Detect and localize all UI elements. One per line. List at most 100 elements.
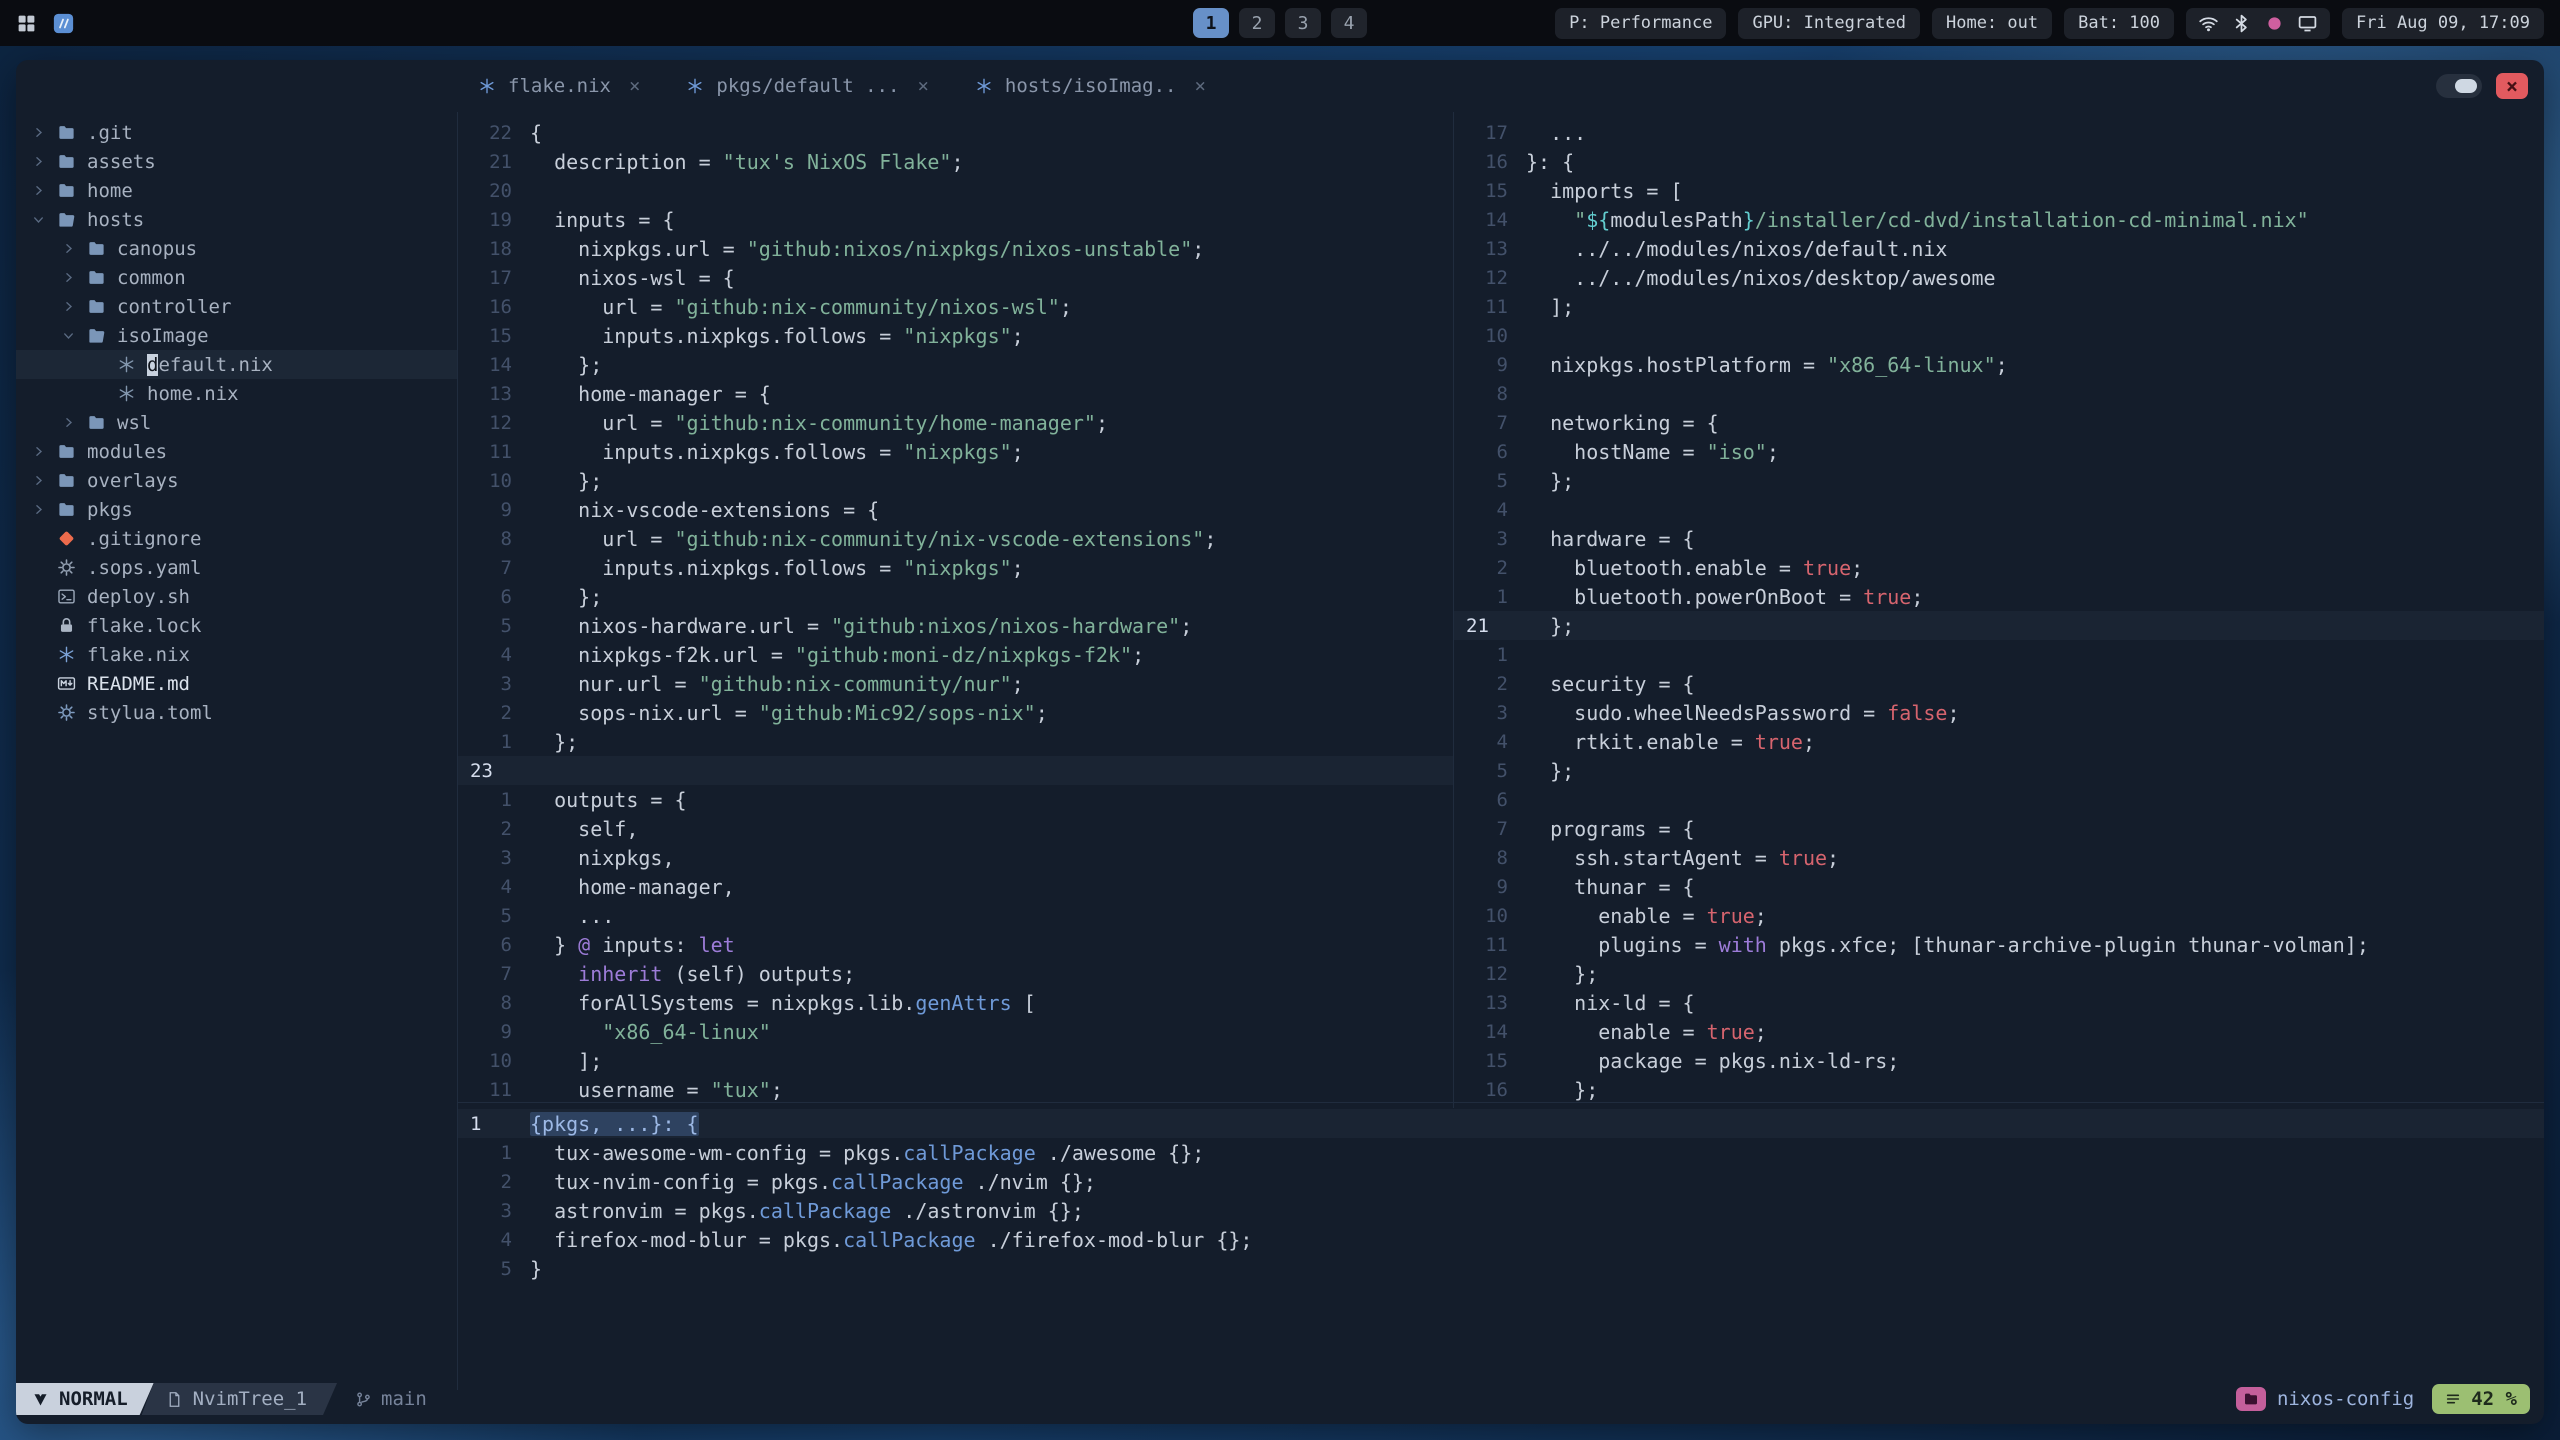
editor-pane-flake-nix[interactable]: 22{21 description = "tux's NixOS Flake";… [457,112,1454,1108]
tree-item-home[interactable]: home [16,176,457,205]
tab-close-button[interactable]: × [1194,75,1205,97]
code-line[interactable]: 1 bluetooth.powerOnBoot = true; [1454,582,2544,611]
chevron-right-icon[interactable] [24,148,52,176]
code-line[interactable]: 2 sops-nix.url = "github:Mic92/sops-nix"… [458,698,1454,727]
code-line[interactable]: 22 { [458,118,1454,147]
tab-flake-nix[interactable]: flake.nix × [478,75,640,97]
code-line[interactable]: 7 programs = { [1454,814,2544,843]
code-line[interactable]: 7 inputs.nixpkgs.follows = "nixpkgs"; [458,553,1454,582]
code-line[interactable]: 21 }; [1454,611,2544,640]
code-line[interactable]: 11 inputs.nixpkgs.follows = "nixpkgs"; [458,437,1454,466]
code-line[interactable]: 1 {pkgs, ...}: { [458,1109,2544,1138]
code-line[interactable]: 7 networking = { [1454,408,2544,437]
tree-item-git[interactable]: .git [16,118,457,147]
workspace-button-2[interactable]: 2 [1239,8,1275,38]
code-line[interactable]: 18 nixpkgs.url = "github:nixos/nixpkgs/n… [458,234,1454,263]
chevron-right-icon[interactable] [24,177,52,205]
code-line[interactable]: 13 nix-ld = { [1454,988,2544,1017]
code-line[interactable]: 15 inputs.nixpkgs.follows = "nixpkgs"; [458,321,1454,350]
code-line[interactable]: 2 security = { [1454,669,2544,698]
workspace-button-1[interactable]: 1 [1193,8,1229,38]
chevron-right-icon[interactable] [54,293,82,321]
code-line[interactable]: 16 }; [1454,1075,2544,1104]
code-line[interactable]: 3 astronvim = pkgs.callPackage ./astronv… [458,1196,2544,1225]
tree-item-hosts[interactable]: hosts [16,205,457,234]
code-line[interactable]: 12 url = "github:nix-community/home-mana… [458,408,1454,437]
window-close-button[interactable]: × [2496,73,2528,99]
code-line[interactable]: 19 inputs = { [458,205,1454,234]
tree-item-overlays[interactable]: overlays [16,466,457,495]
code-line[interactable]: 17 ... [1454,118,2544,147]
nix-logo-icon[interactable] [53,13,74,34]
code-line[interactable]: 3 sudo.wheelNeedsPassword = false; [1454,698,2544,727]
code-line[interactable]: 4 rtkit.enable = true; [1454,727,2544,756]
code-line[interactable]: 1 [1454,640,2544,669]
code-line[interactable]: 6 }; [458,582,1454,611]
code-line[interactable]: 4 nixpkgs-f2k.url = "github:moni-dz/nixp… [458,640,1454,669]
code-line[interactable]: 10 enable = true; [1454,901,2544,930]
code-line[interactable]: 15 imports = [ [1454,176,2544,205]
code-line[interactable]: 11 ]; [1454,292,2544,321]
code-line[interactable]: 1 outputs = { [458,785,1454,814]
code-line[interactable]: 9 "x86_64-linux" [458,1017,1454,1046]
code-line[interactable]: 13 home-manager = { [458,379,1454,408]
tab-pkgs-default[interactable]: pkgs/default ... × [686,75,929,97]
code-line[interactable]: 17 nixos-wsl = { [458,263,1454,292]
app-grid-icon[interactable] [16,13,37,34]
chevron-right-icon[interactable] [24,119,52,147]
tree-item-common[interactable]: common [16,263,457,292]
tab-close-button[interactable]: × [917,75,928,97]
tree-item-modules[interactable]: modules [16,437,457,466]
code-line[interactable]: 6 } @ inputs: let [458,930,1454,959]
tree-item-assets[interactable]: assets [16,147,457,176]
code-line[interactable]: 3 nixpkgs, [458,843,1454,872]
code-line[interactable]: 8 ssh.startAgent = true; [1454,843,2544,872]
code-line[interactable]: 20 [458,176,1454,205]
tree-item-pkgs[interactable]: pkgs [16,495,457,524]
code-line[interactable]: 14 "${modulesPath}/installer/cd-dvd/inst… [1454,205,2544,234]
tab-close-button[interactable]: × [629,75,640,97]
chevron-right-icon[interactable] [24,438,52,466]
code-line[interactable]: 7 inherit (self) outputs; [458,959,1454,988]
code-line[interactable]: 12 ../../modules/nixos/desktop/awesome [1454,263,2544,292]
code-line[interactable]: 3 hardware = { [1454,524,2544,553]
code-line[interactable]: 2 self, [458,814,1454,843]
tree-item-readme-md[interactable]: README.md [16,669,457,698]
code-line[interactable]: 10 [1454,321,2544,350]
tree-item-controller[interactable]: controller [16,292,457,321]
code-line[interactable]: 12 }; [1454,959,2544,988]
chevron-down-icon[interactable] [24,206,52,234]
code-line[interactable]: 10 ]; [458,1046,1454,1075]
tree-item-home-nix[interactable]: home.nix [16,379,457,408]
code-line[interactable]: 3 nur.url = "github:nix-community/nur"; [458,669,1454,698]
tree-item-deploy-sh[interactable]: deploy.sh [16,582,457,611]
code-line[interactable]: 9 thunar = { [1454,872,2544,901]
tree-item-wsl[interactable]: wsl [16,408,457,437]
tree-item-gitignore[interactable]: .gitignore [16,524,457,553]
tree-item-canopus[interactable]: canopus [16,234,457,263]
tab-hosts-isoimag[interactable]: hosts/isoImag.. × [975,75,1206,97]
tree-item-flake-nix[interactable]: flake.nix [16,640,457,669]
workspace-button-4[interactable]: 4 [1331,8,1367,38]
chevron-right-icon[interactable] [24,496,52,524]
tree-item-stylua-toml[interactable]: stylua.toml [16,698,457,727]
code-line[interactable]: 6 hostName = "iso"; [1454,437,2544,466]
code-line[interactable]: 8 forAllSystems = nixpkgs.lib.genAttrs [ [458,988,1454,1017]
code-line[interactable]: 16}: { [1454,147,2544,176]
code-line[interactable]: 5} [458,1254,2544,1283]
editor-pane-hosts-iso-default-nix[interactable]: 17 ... 16}: {15 imports = [14 "${modulesP… [1453,112,2544,1108]
code-line[interactable]: 2 tux-nvim-config = pkgs.callPackage ./n… [458,1167,2544,1196]
code-line[interactable]: 4 [1454,495,2544,524]
chevron-right-icon[interactable] [54,409,82,437]
code-line[interactable]: 11 plugins = with pkgs.xfce; [thunar-arc… [1454,930,2544,959]
chevron-right-icon[interactable] [54,264,82,292]
code-line[interactable]: 2 bluetooth.enable = true; [1454,553,2544,582]
code-line[interactable]: 14 }; [458,350,1454,379]
code-line[interactable]: 1 }; [458,727,1454,756]
code-line[interactable]: 10 }; [458,466,1454,495]
code-line[interactable]: 1 tux-awesome-wm-config = pkgs.callPacka… [458,1138,2544,1167]
code-line[interactable]: 8 [1454,379,2544,408]
chevron-right-icon[interactable] [24,467,52,495]
code-line[interactable]: 4 home-manager, [458,872,1454,901]
code-line[interactable]: 21 description = "tux's NixOS Flake"; [458,147,1454,176]
